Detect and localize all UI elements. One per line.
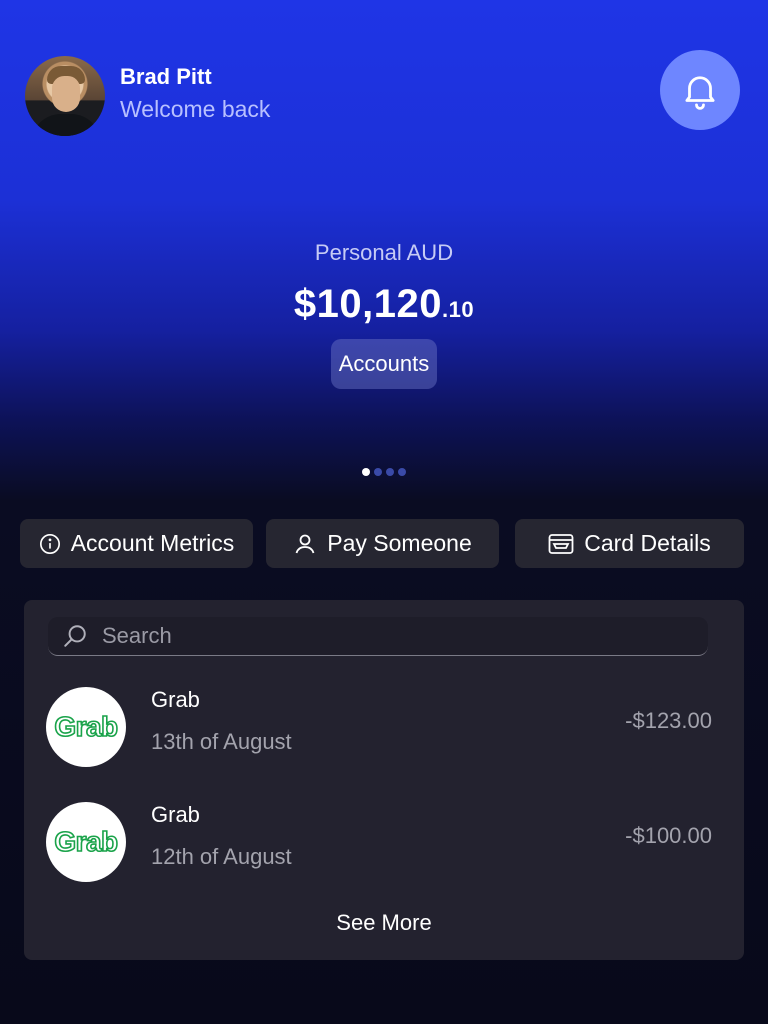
notifications-button[interactable] — [660, 50, 740, 130]
grab-logo: Grab — [46, 802, 126, 882]
accounts-button[interactable]: Accounts — [330, 339, 438, 389]
pay-someone-button[interactable]: Pay Someone — [266, 519, 499, 568]
transaction-date: 13th of August — [151, 729, 292, 754]
grab-logo: Grab — [46, 687, 126, 767]
transaction-row[interactable]: Grab Grab 13th of August -$123.00 — [46, 687, 712, 769]
bell-icon — [685, 76, 715, 110]
transaction-merchant: Grab — [151, 687, 200, 712]
card-icon — [548, 533, 574, 554]
info-icon — [39, 533, 60, 554]
account-label: Personal AUD — [314, 240, 454, 265]
search-icon — [64, 625, 86, 647]
search-placeholder: Search — [102, 623, 172, 648]
transactions-panel: Search Grab Grab 13th of August -$123.00… — [24, 600, 744, 960]
account-metrics-label: Account Metrics — [70, 530, 235, 556]
balance-cents: .10 — [442, 297, 475, 322]
card-details-label: Card Details — [584, 530, 711, 556]
transaction-amount: -$100.00 — [625, 823, 712, 848]
pay-someone-label: Pay Someone — [327, 530, 472, 556]
balance-section: Personal AUD $10,120.10 Accounts — [0, 240, 768, 389]
account-metrics-button[interactable]: Account Metrics — [20, 519, 253, 568]
header: Brad Pitt Welcome back — [25, 50, 740, 136]
transaction-merchant: Grab — [151, 802, 200, 827]
welcome-text: Welcome back — [120, 96, 271, 122]
page-dot[interactable] — [374, 468, 382, 476]
page-dot[interactable] — [386, 468, 394, 476]
avatar[interactable] — [25, 56, 105, 136]
see-more-button[interactable]: See More — [24, 910, 744, 936]
page-dot[interactable] — [398, 468, 406, 476]
balance-amount: $10,120.10 — [0, 282, 768, 327]
balance-dollars: $10,120 — [293, 282, 442, 326]
avatar-shirt — [31, 114, 101, 136]
person-icon — [295, 534, 315, 553]
avatar-face — [52, 76, 80, 112]
search-input[interactable]: Search — [48, 617, 708, 656]
page-indicator[interactable] — [0, 468, 768, 476]
transaction-date: 12th of August — [151, 844, 292, 869]
user-name: Brad Pitt — [120, 64, 212, 89]
page-dot[interactable] — [362, 468, 370, 476]
action-row: Account Metrics Pay Someone Card Details — [20, 519, 744, 568]
transaction-row[interactable]: Grab Grab 12th of August -$100.00 — [46, 802, 712, 884]
card-details-button[interactable]: Card Details — [515, 519, 744, 568]
transaction-amount: -$123.00 — [625, 708, 712, 733]
